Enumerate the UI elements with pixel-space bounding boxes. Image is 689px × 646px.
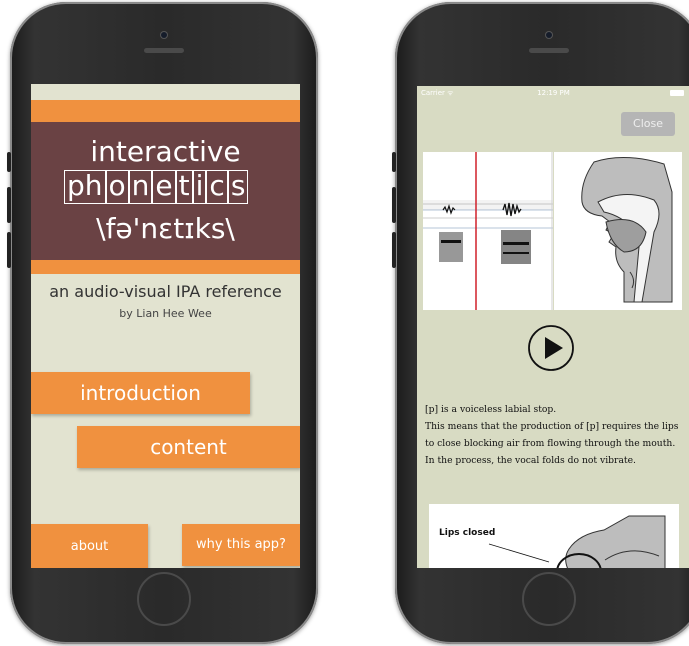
introduction-button[interactable]: introduction: [31, 372, 250, 414]
title-ipa-transcription: \fə'nɛtɪks\: [96, 212, 235, 245]
title-underline-bar: [31, 260, 300, 274]
description-line: [p] is a voiceless labial stop.: [425, 404, 557, 415]
title-letter-box: t: [175, 170, 193, 204]
description-line: In the process, the vocal folds do not v…: [425, 455, 636, 466]
vocal-tract-diagram: [554, 152, 682, 310]
status-bar: Carrier ᯤ 12:19 PM: [417, 86, 689, 100]
app-subtitle: an audio-visual IPA reference: [49, 282, 282, 301]
status-time: 12:19 PM: [537, 89, 570, 97]
title-letter-box: c: [206, 170, 228, 204]
author-byline: by Lian Hee Wee: [119, 307, 212, 320]
app-screen-home: interactive ph o n e t i c s \fə'nɛtɪks\…: [31, 84, 300, 568]
speaker-grille: [144, 48, 184, 53]
lips-closed-diagram: Lips closed: [429, 504, 679, 568]
battery-icon: [670, 90, 684, 96]
title-letter-box: ph: [64, 170, 106, 204]
lips-graphic: [488, 515, 666, 568]
spectrogram-graphic: [423, 152, 553, 310]
title-letter-box: n: [128, 170, 153, 204]
volume-up-button: [7, 187, 11, 223]
mute-switch: [392, 152, 396, 172]
speaker-grille: [529, 48, 569, 53]
title-letter-box: e: [152, 170, 176, 204]
top-orange-bar: [31, 100, 300, 122]
sound-description: [p] is a voiceless labial stop. This mea…: [425, 401, 687, 469]
content-button[interactable]: content: [77, 426, 300, 468]
volume-up-button: [392, 187, 396, 223]
description-line: This means that the production of [p] re…: [425, 421, 679, 449]
title-line-phonetics: ph o n e t i c s: [64, 170, 249, 204]
mute-switch: [7, 152, 11, 172]
front-camera: [546, 32, 552, 38]
title-banner: interactive ph o n e t i c s \fə'nɛtɪks\: [31, 122, 300, 260]
about-button[interactable]: about: [31, 524, 148, 568]
app-screen-sound-detail: Carrier ᯤ 12:19 PM Close [p] is a voicel…: [417, 86, 689, 568]
close-button[interactable]: Close: [621, 112, 675, 136]
home-button[interactable]: [137, 572, 191, 626]
front-camera: [161, 32, 167, 38]
why-this-app-button[interactable]: why this app?: [182, 524, 300, 566]
title-letter-box: o: [105, 170, 129, 204]
volume-down-button: [392, 232, 396, 268]
home-button[interactable]: [522, 572, 576, 626]
title-letter-box: s: [227, 170, 249, 204]
phone-frame-right: Carrier ᯤ 12:19 PM Close [p] is a voicel…: [392, 2, 689, 644]
play-icon[interactable]: [527, 324, 575, 372]
title-letter-box: i: [192, 170, 207, 204]
volume-down-button: [7, 232, 11, 268]
vocal-tract-graphic: [581, 156, 673, 303]
spectrogram-image: [423, 152, 553, 310]
phone-frame-left: interactive ph o n e t i c s \fə'nɛtɪks\…: [7, 2, 318, 644]
title-line-interactive: interactive: [90, 135, 241, 168]
